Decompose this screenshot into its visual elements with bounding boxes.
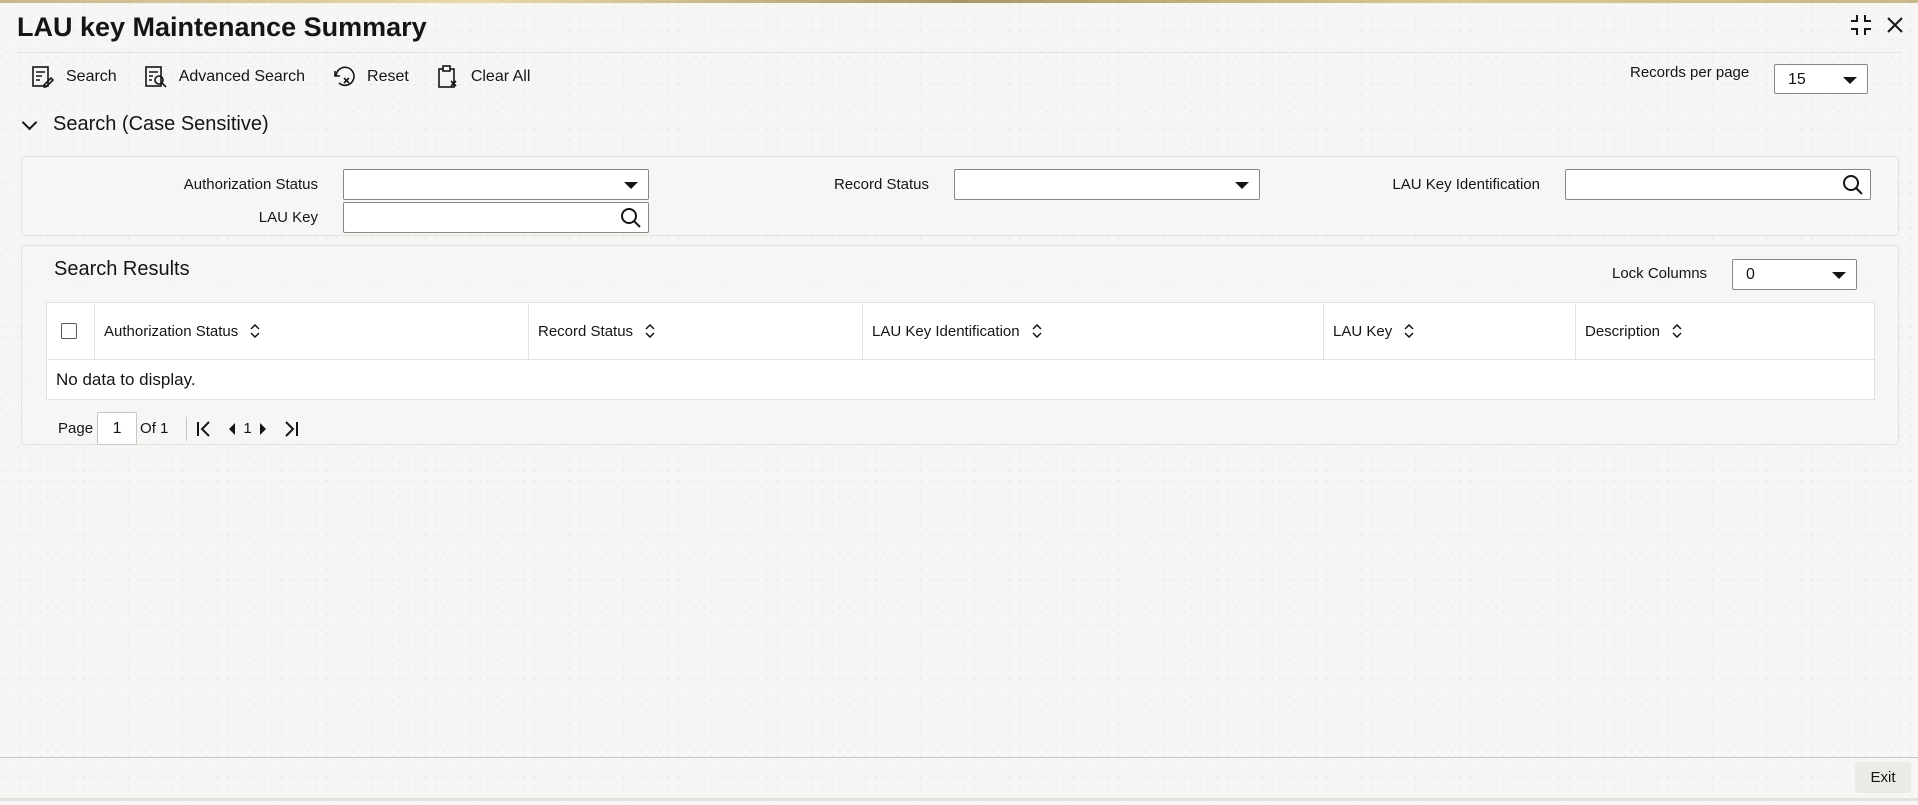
- select-all-cell: [47, 303, 95, 359]
- chevron-down-icon: [1832, 272, 1846, 279]
- pagination: Page 1 Of 1 1: [58, 412, 300, 445]
- sort-icon[interactable]: [1404, 324, 1414, 338]
- page-number: 1: [243, 420, 252, 437]
- column-header-label: LAU Key Identification: [872, 322, 1020, 340]
- previous-page-icon[interactable]: [227, 422, 237, 436]
- title-divider: [17, 52, 1901, 53]
- table-header-row: Authorization Status Record Status LAU K…: [47, 303, 1874, 360]
- toolbar: Search Advanced Search Reset Clear All: [30, 64, 556, 90]
- search-section-toggle[interactable]: Search (Case Sensitive): [20, 113, 269, 136]
- lau-key-field[interactable]: [344, 203, 619, 232]
- results-table: Authorization Status Record Status LAU K…: [46, 302, 1875, 400]
- lau-key-input[interactable]: [343, 202, 649, 233]
- lau-key-identification-input[interactable]: [1565, 169, 1871, 200]
- lau-key-identification-field[interactable]: [1566, 170, 1841, 199]
- last-page-icon[interactable]: [282, 420, 300, 438]
- bottom-strip: [0, 798, 1918, 801]
- records-per-page-select[interactable]: 15: [1774, 64, 1868, 94]
- column-header-description[interactable]: Description: [1576, 303, 1874, 359]
- records-per-page-value: 15: [1788, 71, 1806, 88]
- lock-columns-select[interactable]: 0: [1732, 259, 1857, 290]
- column-header-label: Authorization Status: [104, 322, 239, 340]
- pager-divider: [168, 416, 188, 441]
- search-button[interactable]: Search: [30, 64, 117, 90]
- page-label: Page: [58, 420, 94, 437]
- sort-icon[interactable]: [250, 324, 260, 338]
- empty-table-message: No data to display.: [56, 370, 196, 389]
- clear-all-button[interactable]: Clear All: [435, 64, 531, 90]
- column-header-lau-key[interactable]: LAU Key: [1324, 303, 1576, 359]
- column-header-label: LAU Key: [1333, 322, 1393, 340]
- search-form-icon: [32, 66, 55, 88]
- advanced-search-icon: [144, 66, 167, 88]
- reset-button[interactable]: Reset: [331, 64, 409, 90]
- search-icon[interactable]: [620, 207, 642, 234]
- search-icon[interactable]: [1842, 174, 1864, 201]
- chevron-down-icon: [1843, 77, 1857, 84]
- authorization-status-select[interactable]: [343, 169, 649, 200]
- column-header-lau-key-identification[interactable]: LAU Key Identification: [863, 303, 1324, 359]
- search-criteria-panel: Authorization Status Record Status LAU K…: [21, 156, 1899, 236]
- column-header-label: Description: [1585, 322, 1661, 340]
- chevron-down-icon: [21, 114, 38, 131]
- search-button-label: Search: [66, 68, 117, 85]
- lau-key-identification-label: LAU Key Identification: [1392, 176, 1540, 193]
- page-title: LAU key Maintenance Summary: [17, 12, 427, 42]
- clear-all-icon: [438, 65, 457, 88]
- footer-divider: [0, 757, 1918, 758]
- close-icon[interactable]: [1886, 16, 1904, 38]
- sort-icon[interactable]: [645, 324, 655, 338]
- authorization-status-label: Authorization Status: [183, 176, 318, 193]
- page-of-label: Of 1: [140, 420, 169, 437]
- lock-columns-label: Lock Columns: [1612, 265, 1708, 282]
- exit-button[interactable]: Exit: [1855, 762, 1911, 793]
- record-status-label: Record Status: [833, 176, 929, 193]
- current-page-input[interactable]: 1: [97, 412, 138, 445]
- search-section-title: Search (Case Sensitive): [53, 113, 269, 135]
- search-results-title: Search Results: [54, 258, 190, 280]
- chevron-down-icon: [624, 182, 638, 189]
- clear-all-button-label: Clear All: [470, 68, 531, 85]
- chevron-down-icon: [1235, 182, 1249, 189]
- column-header-record-status[interactable]: Record Status: [529, 303, 863, 359]
- reset-button-label: Reset: [367, 68, 409, 85]
- first-page-icon[interactable]: [195, 420, 213, 438]
- top-decor-strip: [0, 0, 1918, 3]
- window-controls: [1850, 14, 1904, 40]
- advanced-search-button[interactable]: Advanced Search: [143, 64, 305, 90]
- reset-icon: [334, 66, 355, 87]
- sort-icon[interactable]: [1032, 324, 1042, 338]
- column-header-authorization-status[interactable]: Authorization Status: [95, 303, 529, 359]
- lock-columns-value: 0: [1746, 266, 1755, 283]
- column-header-label: Record Status: [538, 322, 634, 340]
- maximize-icon[interactable]: [1850, 14, 1872, 40]
- records-per-page-label: Records per page: [1630, 64, 1750, 81]
- advanced-search-button-label: Advanced Search: [178, 68, 306, 85]
- select-all-checkbox[interactable]: [61, 323, 77, 339]
- sort-icon[interactable]: [1672, 324, 1682, 338]
- lau-key-label: LAU Key: [258, 209, 318, 226]
- record-status-select[interactable]: [954, 169, 1260, 200]
- next-page-icon[interactable]: [258, 422, 268, 436]
